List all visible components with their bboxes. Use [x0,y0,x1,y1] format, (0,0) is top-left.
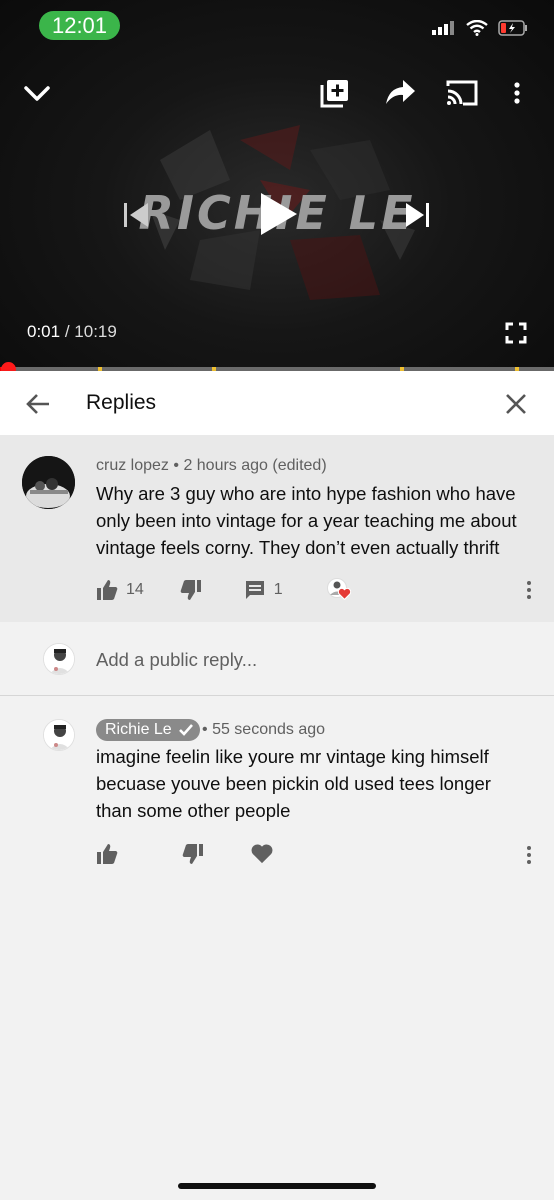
skip-next-icon[interactable] [404,201,430,229]
duration: 10:19 [74,322,117,341]
meta-dot: • [202,721,208,738]
reply-count: 1 [273,581,283,598]
skip-previous-icon[interactable] [124,201,150,229]
comment-text: Why are 3 guy who are into hype fashion … [96,483,517,558]
battery-icon [498,20,527,36]
comment-more-icon[interactable] [526,580,532,600]
reply-comment: Richie Le • 55 seconds ago imagine feeli… [0,697,554,887]
parent-comment: cruz lopez • 2 hours ago (edited) Why ar… [0,435,554,622]
thumbs-down-icon[interactable] [180,579,202,601]
chevron-down-icon[interactable] [20,76,54,110]
author-chip[interactable]: Richie Le [96,719,200,741]
heart-icon[interactable] [251,843,273,865]
home-indicator[interactable] [178,1183,376,1189]
heart-icon [337,588,351,600]
avatar-image [44,720,74,750]
share-icon[interactable] [383,76,417,110]
comment-more-icon[interactable] [526,845,532,865]
back-arrow-icon[interactable] [25,391,51,417]
status-icons [432,20,528,36]
thumbs-up-icon[interactable] [96,579,118,601]
replies-header: Replies [0,371,554,435]
avatar[interactable] [22,456,75,509]
add-to-playlist-icon[interactable] [318,76,352,110]
reply-time: 55 seconds ago [212,721,326,738]
avatar[interactable] [43,719,75,751]
signal-icon [432,21,454,35]
reply-meta: • 55 seconds ago [202,721,325,739]
my-avatar [43,643,75,675]
reply-text: imagine feelin like youre mr vintage kin… [96,746,491,821]
time-readout: 0:01 / 10:19 [27,322,117,342]
play-icon[interactable] [259,191,299,237]
verified-check-icon [178,724,193,736]
reply-author: Richie Le [105,721,172,738]
reply-icon[interactable] [244,579,266,601]
edited-label: (edited) [272,457,327,474]
thumbs-down-icon[interactable] [182,843,204,865]
add-reply-row[interactable]: Add a public reply... [0,622,554,696]
close-icon[interactable] [504,392,528,416]
reply-actions [96,843,273,865]
current-time: 0:01 [27,322,61,341]
avatar-image [44,644,74,674]
reply-input[interactable]: Add a public reply... [96,649,257,671]
wifi-icon [466,20,488,36]
thumbs-up-icon[interactable] [96,843,118,865]
like-count: 14 [126,581,144,598]
time-separator: / [64,322,70,341]
status-time-pill: 12:01 [39,11,120,40]
avatar-image [22,456,75,509]
fullscreen-icon[interactable] [505,322,527,344]
comment-time: 2 hours ago [183,457,268,474]
meta-dot: • [173,457,179,474]
comment-author[interactable]: cruz lopez [96,457,169,474]
comment-meta: cruz lopez • 2 hours ago (edited) [96,457,327,475]
cast-icon[interactable] [445,76,479,110]
comment-actions: 14 1 [96,578,351,602]
creator-heart [326,578,351,602]
more-vert-icon[interactable] [509,76,525,110]
replies-title: Replies [86,391,157,414]
video-player[interactable]: 12:01 RICHIE LE 0:01 / 10:19 [0,0,554,370]
